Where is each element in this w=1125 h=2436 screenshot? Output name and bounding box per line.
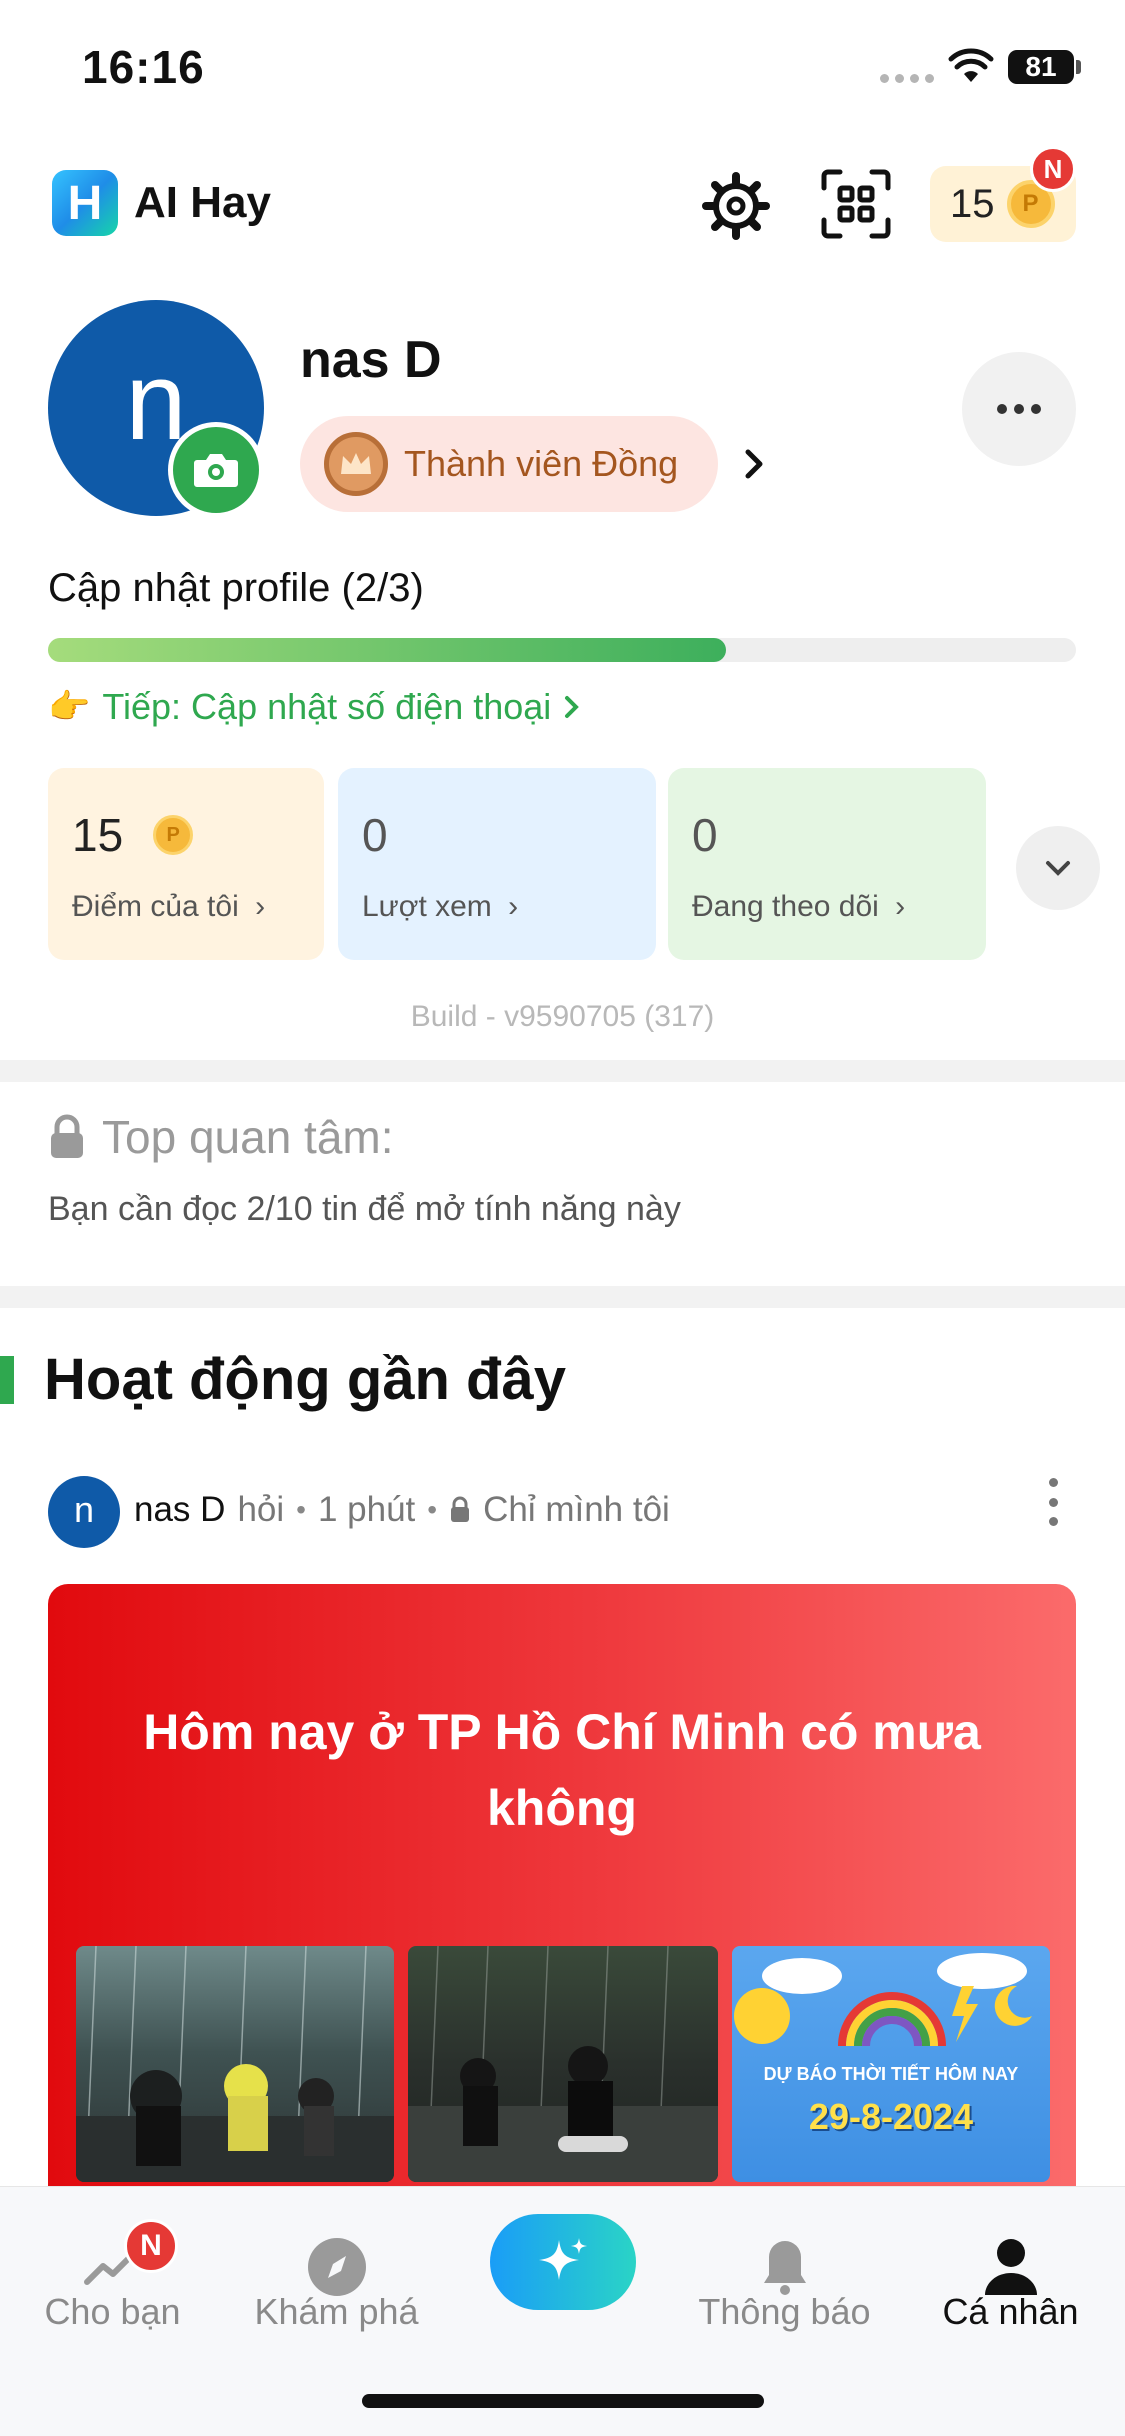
rain-news-thumbnail[interactable] xyxy=(408,1946,718,2182)
following-value: 0 xyxy=(692,809,718,861)
section-divider xyxy=(0,1286,1125,1308)
weather-thumb-date: 29-8-2024 xyxy=(808,2096,974,2137)
user-icon xyxy=(979,2235,1043,2299)
chevron-right-icon[interactable] xyxy=(742,444,768,484)
post-time: 1 phút xyxy=(317,1490,416,1529)
point-coin-icon: P xyxy=(153,815,194,855)
weather-thumb-title: DỰ BÁO THỜI TIẾT HÔM NAY xyxy=(763,2064,1019,2084)
nav-explore[interactable]: Khám phá xyxy=(224,2187,449,2367)
views-label: Lượt xem xyxy=(362,890,492,923)
top-interest-title: Top quan tâm: xyxy=(102,1111,394,1163)
points-value: 15 xyxy=(72,809,124,861)
qr-scan-icon[interactable] xyxy=(820,168,892,240)
change-avatar-button[interactable] xyxy=(168,422,264,518)
compass-icon xyxy=(305,2235,369,2299)
nav-for-you[interactable]: N Cho bạn xyxy=(0,2187,225,2367)
meta-separator: • xyxy=(427,1494,438,1525)
bell-icon xyxy=(753,2235,817,2299)
nav-personal[interactable]: Cá nhân xyxy=(898,2187,1123,2367)
app-name: AI Hay xyxy=(134,178,271,227)
recent-activity-title: Hoạt động gần đây xyxy=(44,1347,566,1412)
more-options-button[interactable] xyxy=(962,352,1076,466)
expand-stats-button[interactable] xyxy=(1016,826,1100,910)
battery-tip xyxy=(1076,60,1081,74)
post-question-card[interactable]: Hôm nay ở TP Hồ Chí Minh có mưa không DỰ… xyxy=(48,1584,1076,2194)
section-divider xyxy=(0,1060,1125,1082)
wifi-icon xyxy=(948,48,994,82)
chevron-right-icon: › xyxy=(895,890,906,923)
views-value: 0 xyxy=(362,809,388,861)
post-action: hỏi xyxy=(237,1490,285,1529)
chevron-right-icon: › xyxy=(255,890,266,923)
pointing-hand-icon: 👉 xyxy=(48,688,91,726)
profile-progress-fill xyxy=(48,638,727,662)
chevron-right-icon xyxy=(565,696,580,718)
next-step-link[interactable]: 👉 Tiếp: Cập nhật số điện thoại xyxy=(48,686,581,728)
nav-label: Khám phá xyxy=(254,2291,419,2332)
build-version: Build - v9590705 (317) xyxy=(410,1000,715,1033)
chevron-right-icon: › xyxy=(508,890,519,923)
my-points-card[interactable]: 15 P Điểm của tôi › xyxy=(48,768,324,960)
battery-icon: 81 xyxy=(1008,50,1074,84)
user-name: nas D xyxy=(300,331,442,389)
chevron-down-icon xyxy=(1046,861,1070,876)
following-card[interactable]: 0 Đang theo dõi › xyxy=(668,768,986,960)
home-indicator xyxy=(362,2394,764,2408)
ai-ask-button[interactable] xyxy=(490,2214,636,2310)
app-logo: H xyxy=(52,170,118,236)
sparkle-icon xyxy=(539,2238,587,2280)
post-question-text: Hôm nay ở TP Hồ Chí Minh có mưa không xyxy=(143,1704,981,1836)
views-card[interactable]: 0 Lượt xem › xyxy=(338,768,656,960)
status-time: 16:16 xyxy=(82,41,205,93)
following-label: Đang theo dõi xyxy=(692,890,879,923)
nav-new-badge: N xyxy=(124,2219,178,2273)
next-step-label: Tiếp: Cập nhật số điện thoại xyxy=(102,686,552,727)
camera-icon xyxy=(194,454,238,487)
post-more-options[interactable] xyxy=(1046,1478,1060,1526)
post-author-avatar[interactable]: n xyxy=(48,1476,120,1548)
nav-label: Cho bạn xyxy=(44,2291,181,2332)
meta-separator: • xyxy=(296,1494,306,1525)
post-privacy: Chỉ mình tôi xyxy=(483,1490,670,1529)
post-author[interactable]: nas D xyxy=(134,1490,225,1530)
profile-update-title: Cập nhật profile (2/3) xyxy=(48,566,424,610)
lock-icon xyxy=(51,1114,83,1158)
new-badge: N xyxy=(1030,146,1076,192)
section-marker xyxy=(0,1356,14,1404)
rain-photo-thumbnail[interactable] xyxy=(76,1946,394,2182)
profile-progress-bar xyxy=(48,638,1076,662)
nav-label: Thông báo xyxy=(698,2291,871,2332)
coin-balance-value: 15 xyxy=(950,181,995,226)
post-meta: nas D hỏi • 1 phút • Chỉ mình tôi xyxy=(134,1490,670,1530)
nav-notifications[interactable]: Thông báo xyxy=(672,2187,897,2367)
crown-icon xyxy=(324,432,388,496)
settings-gear-icon[interactable] xyxy=(700,170,772,242)
nav-label: Cá nhân xyxy=(942,2291,1079,2332)
member-level-badge[interactable]: Thành viên Đồng xyxy=(300,416,718,512)
lock-icon xyxy=(451,1496,470,1522)
member-level-label: Thành viên Đồng xyxy=(404,443,679,484)
top-interest-header: Top quan tâm: xyxy=(48,1110,394,1164)
status-bar: 16:16 81 xyxy=(0,0,1125,140)
weather-forecast-thumbnail[interactable]: DỰ BÁO THỜI TIẾT HÔM NAY 29-8-2024 xyxy=(732,1946,1050,2182)
signal-icon xyxy=(880,74,934,83)
points-label: Điểm của tôi xyxy=(72,890,239,923)
top-interest-desc: Bạn cần đọc 2/10 tin để mở tính năng này xyxy=(48,1190,681,1228)
